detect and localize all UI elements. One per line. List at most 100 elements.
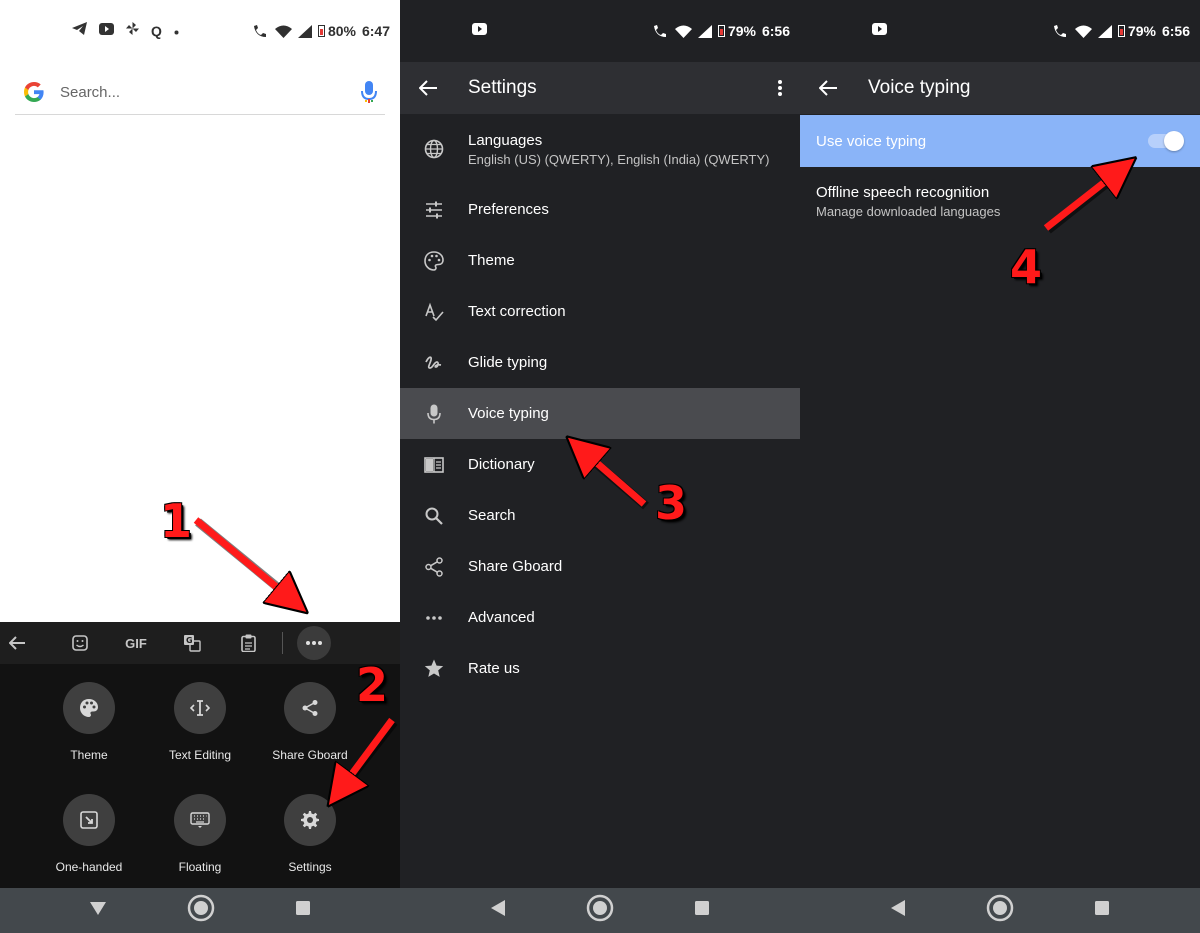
nav-recents-icon[interactable] xyxy=(695,901,710,920)
more-horizontal-icon xyxy=(400,615,468,620)
settings-item-preferences[interactable]: Preferences xyxy=(400,184,800,235)
svg-text:G: G xyxy=(186,636,193,645)
back-arrow-icon[interactable] xyxy=(800,62,856,114)
pinwheel-icon xyxy=(126,22,139,40)
share-icon xyxy=(284,682,336,734)
use-voice-typing-row[interactable]: Use voice typing xyxy=(800,115,1200,167)
nav-bar xyxy=(400,888,800,933)
menu-label: Floating xyxy=(178,860,222,874)
signal-icon xyxy=(297,24,312,38)
annotation-number: 1 xyxy=(160,494,193,548)
nav-home-icon[interactable] xyxy=(187,894,215,927)
share-icon xyxy=(400,556,468,577)
annotation-number: 2 xyxy=(356,658,389,712)
keyboard-toolbar: GIF G xyxy=(0,622,400,664)
nav-home-icon[interactable] xyxy=(986,894,1014,927)
back-arrow-icon[interactable] xyxy=(6,622,28,664)
settings-label: Preferences xyxy=(468,201,549,218)
nav-recents-icon[interactable] xyxy=(1095,901,1110,920)
app-bar: Settings xyxy=(400,62,800,114)
battery-percent: 79% xyxy=(727,23,756,39)
nav-down-icon[interactable] xyxy=(90,901,107,920)
settings-item-search[interactable]: Search xyxy=(400,490,800,541)
more-options-button[interactable] xyxy=(297,626,331,660)
back-arrow-icon[interactable] xyxy=(400,62,456,114)
signal-icon xyxy=(1097,24,1112,38)
settings-label: Dictionary xyxy=(468,456,535,473)
youtube-icon xyxy=(99,22,114,40)
offline-speech-row[interactable]: Offline speech recognition Manage downlo… xyxy=(816,184,1000,219)
sliders-icon xyxy=(400,201,468,219)
settings-item-theme[interactable]: Theme xyxy=(400,235,800,286)
translate-icon[interactable]: G xyxy=(164,622,220,664)
panel-home-keyboard: Q 80% 6:47 Search... GIF G Theme Text Ed… xyxy=(0,0,400,933)
wifi-icon xyxy=(674,25,692,38)
gear-icon xyxy=(284,794,336,846)
mic-icon[interactable] xyxy=(361,80,377,104)
gesture-icon xyxy=(400,354,468,372)
status-bar: Q 80% 6:47 xyxy=(0,0,400,62)
menu-share-gboard[interactable]: Share Gboard xyxy=(255,682,365,762)
nav-back-icon[interactable] xyxy=(890,900,905,921)
app-bar: Voice typing xyxy=(800,62,1200,114)
wifi-icon xyxy=(274,25,292,38)
page-title: Settings xyxy=(468,77,537,98)
menu-text-editing[interactable]: Text Editing xyxy=(145,682,255,762)
search-input[interactable]: Search... xyxy=(60,84,361,101)
mic-icon xyxy=(400,404,468,424)
menu-settings[interactable]: Settings xyxy=(255,794,365,874)
settings-label: Text correction xyxy=(468,303,566,320)
overflow-menu-icon[interactable] xyxy=(760,80,800,96)
one-handed-icon xyxy=(63,794,115,846)
nav-back-icon[interactable] xyxy=(490,900,505,921)
settings-item-text-correction[interactable]: Text correction xyxy=(400,286,800,337)
settings-sublabel: English (US) (QWERTY), English (India) (… xyxy=(468,151,770,167)
battery-indicator: 79% xyxy=(717,23,756,39)
settings-item-voice-typing[interactable]: Voice typing xyxy=(400,388,800,439)
voice-typing-toggle[interactable] xyxy=(1148,131,1184,151)
battery-icon xyxy=(717,25,725,37)
offline-speech-sublabel: Manage downloaded languages xyxy=(816,204,1001,219)
google-search-bar[interactable]: Search... xyxy=(15,70,385,115)
menu-floating[interactable]: Floating xyxy=(145,794,255,874)
settings-item-languages[interactable]: Languages English (US) (QWERTY), English … xyxy=(400,114,800,184)
settings-item-rate-us[interactable]: Rate us xyxy=(400,643,800,694)
youtube-icon xyxy=(472,22,487,40)
toolbar-divider xyxy=(282,632,283,654)
menu-label: Settings xyxy=(288,860,332,874)
wifi-call-icon xyxy=(253,24,269,38)
settings-item-dictionary[interactable]: Dictionary xyxy=(400,439,800,490)
settings-label: Rate us xyxy=(468,660,520,677)
settings-item-advanced[interactable]: Advanced xyxy=(400,592,800,643)
menu-theme[interactable]: Theme xyxy=(34,682,144,762)
status-bar: 79% 6:56 xyxy=(400,0,800,62)
settings-item-glide-typing[interactable]: Glide typing xyxy=(400,337,800,388)
youtube-icon xyxy=(872,22,887,40)
nav-recents-icon[interactable] xyxy=(295,901,310,920)
settings-list: Languages English (US) (QWERTY), English … xyxy=(400,114,800,694)
battery-indicator: 80% xyxy=(317,23,356,39)
toggle-thumb xyxy=(1164,131,1184,151)
more-horizontal-icon xyxy=(306,641,322,645)
wifi-call-icon xyxy=(1053,24,1069,38)
text-cursor-icon xyxy=(174,682,226,734)
offline-speech-label: Offline speech recognition xyxy=(816,184,990,201)
sticker-icon[interactable] xyxy=(52,622,108,664)
clipboard-icon[interactable] xyxy=(220,622,276,664)
settings-label: Search xyxy=(468,507,516,524)
nav-home-icon[interactable] xyxy=(586,894,614,927)
gif-button[interactable]: GIF xyxy=(108,622,164,664)
annotation-number: 3 xyxy=(655,476,688,530)
settings-label: Languages xyxy=(468,131,543,149)
menu-one-handed[interactable]: One-handed xyxy=(34,794,144,874)
battery-icon xyxy=(317,25,325,37)
keyboard-menu: Theme Text Editing Share Gboard One-hand… xyxy=(0,664,400,888)
settings-label: Theme xyxy=(468,252,515,269)
panel-voice-typing: 79% 6:56 Voice typing Use voice typing O… xyxy=(800,0,1200,933)
google-logo-icon xyxy=(24,82,44,102)
settings-item-share-gboard[interactable]: Share Gboard xyxy=(400,541,800,592)
settings-label: Glide typing xyxy=(468,354,548,371)
menu-label: Share Gboard xyxy=(272,748,348,762)
panel-gboard-settings: 79% 6:56 Settings Languages English (US) … xyxy=(400,0,800,933)
dot-icon xyxy=(174,22,179,40)
